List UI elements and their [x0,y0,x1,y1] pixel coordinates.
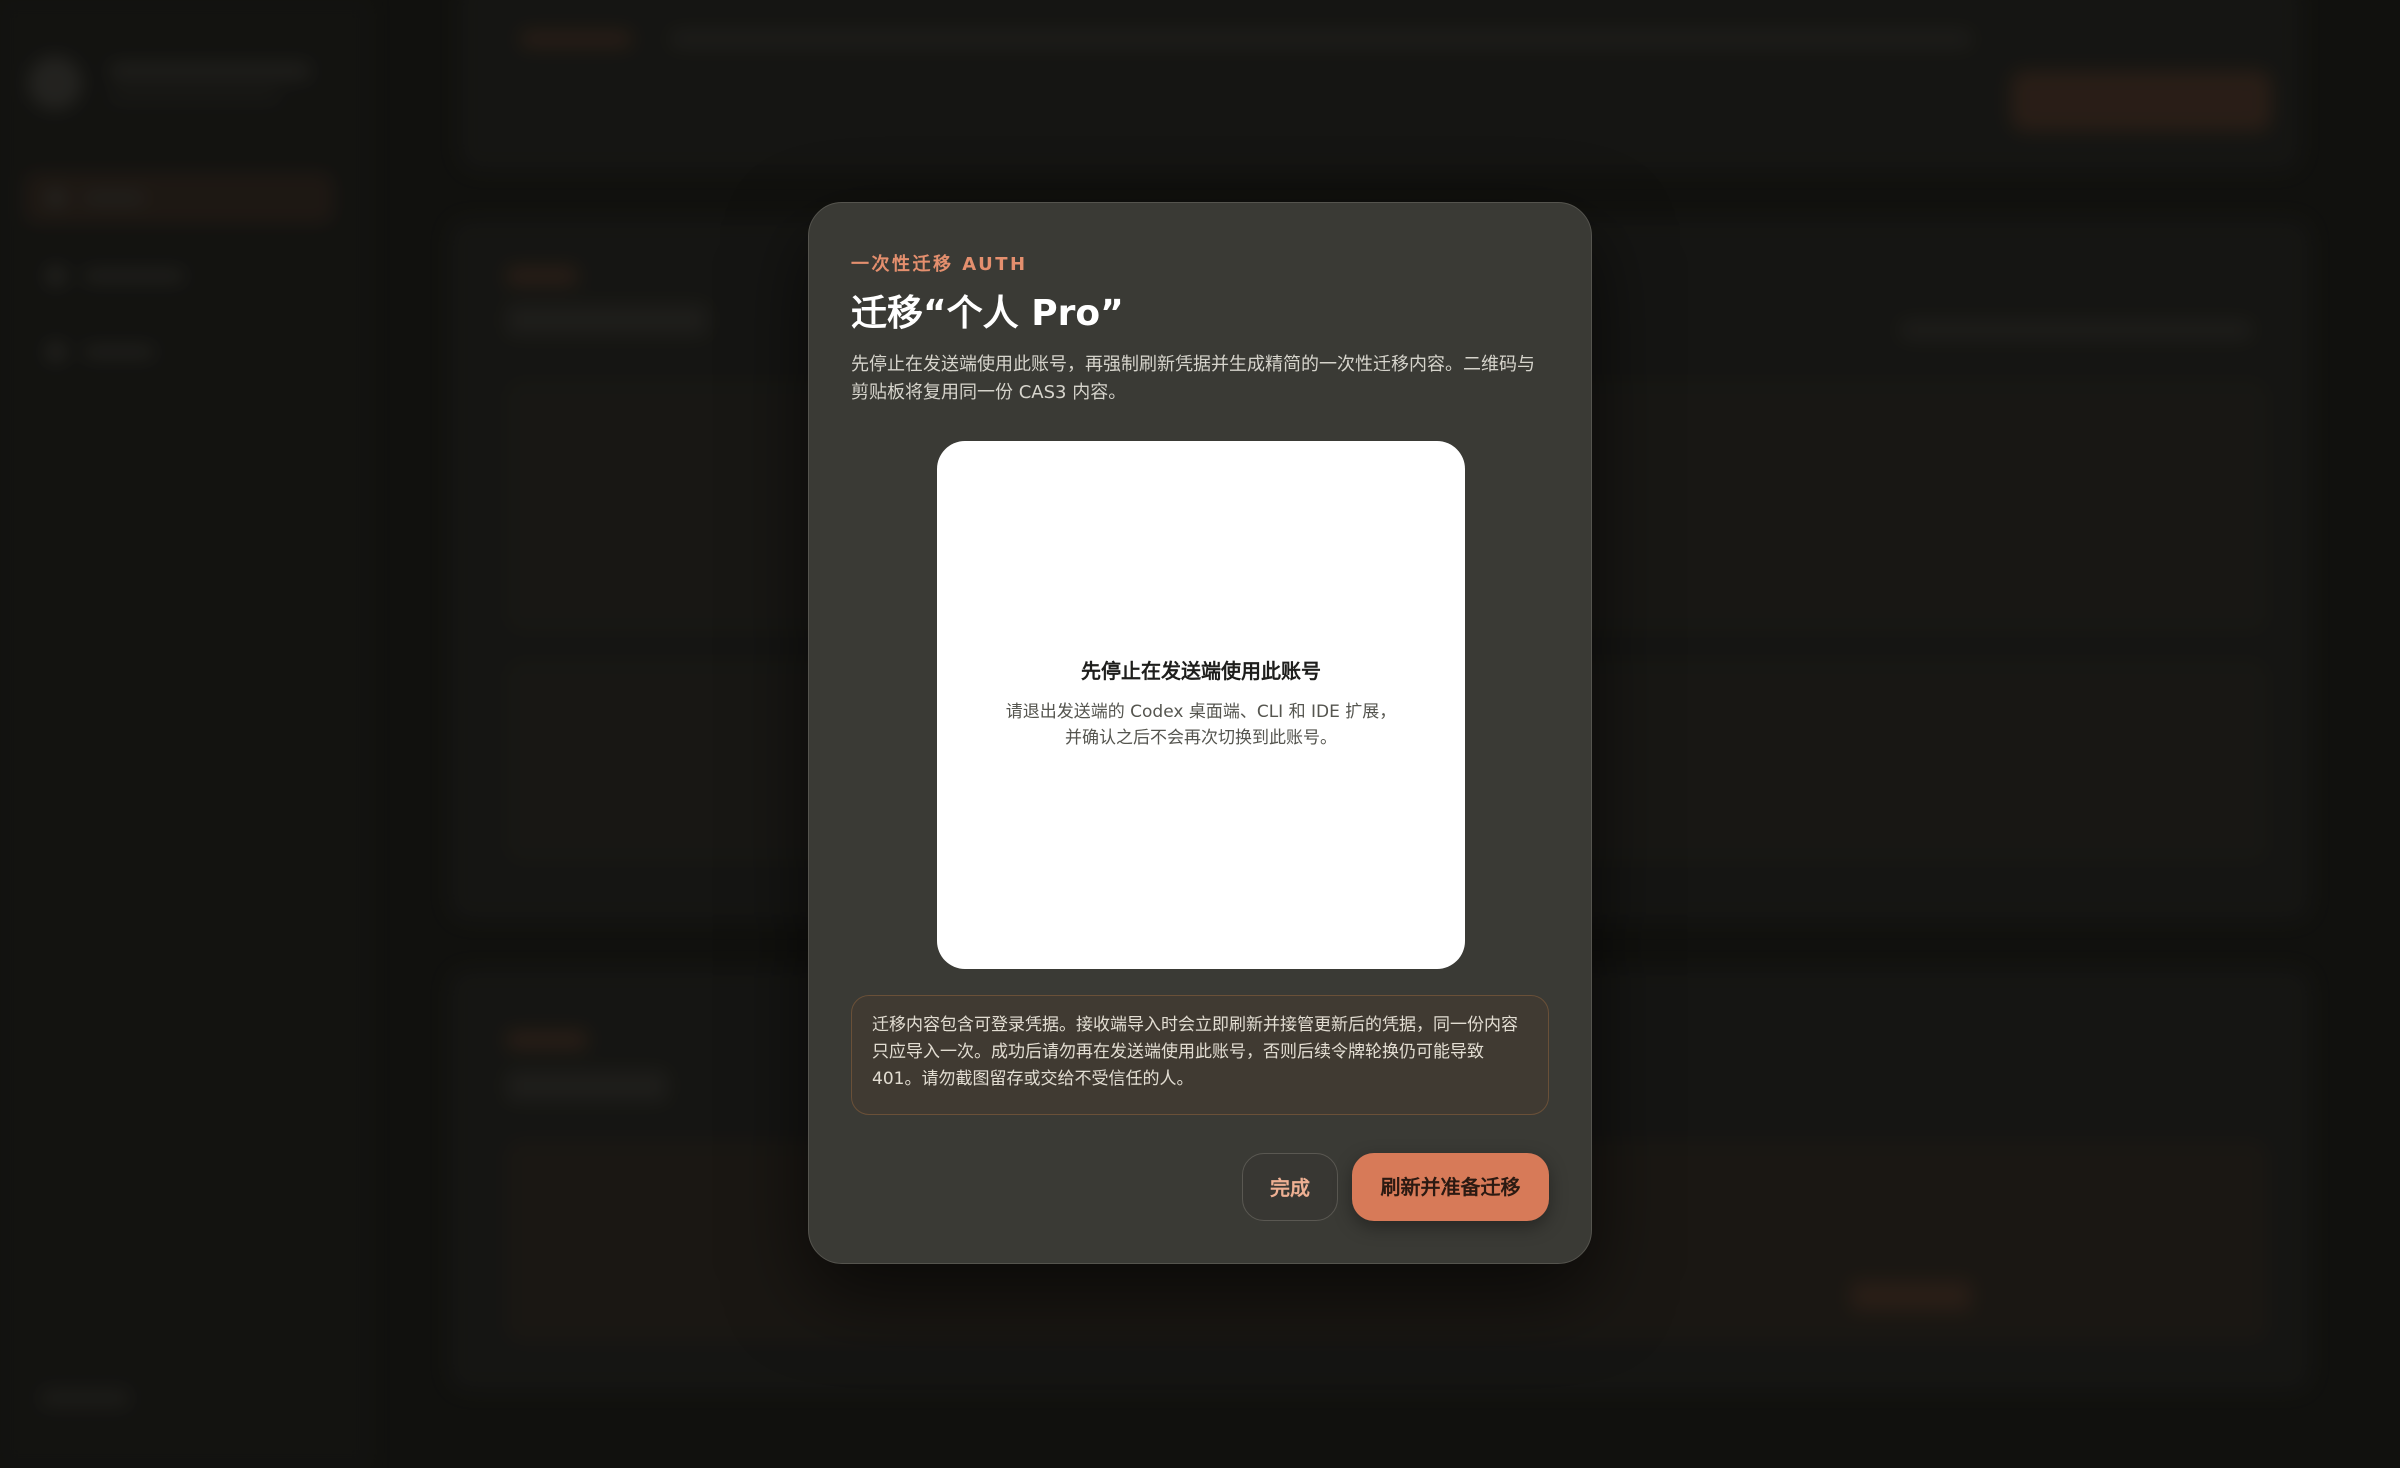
qr-panel-line: 并确认之后不会再次切换到此账号。 [1065,728,1337,748]
security-warning: 迁移内容包含可登录凭据。接收端导入时会立即刷新并接管更新后的凭据，同一份内容只应… [851,995,1549,1115]
dialog-title: 迁移“个人 Pro” [851,293,1124,334]
migration-dialog: 一次性迁移 AUTH 迁移“个人 Pro” 先停止在发送端使用此账号，再强制刷新… [808,202,1592,1264]
qr-code-panel: 先停止在发送端使用此账号 请退出发送端的 Codex 桌面端、CLI 和 IDE… [937,441,1465,969]
qr-panel-title: 先停止在发送端使用此账号 [1081,659,1321,683]
dialog-eyebrow: 一次性迁移 AUTH [851,254,1028,275]
dialog-description: 先停止在发送端使用此账号，再强制刷新凭据并生成精简的一次性迁移内容。二维码与剪贴… [851,354,1535,403]
qr-panel-description: 请退出发送端的 Codex 桌面端、CLI 和 IDE 扩展， 并确认之后不会再… [977,699,1425,751]
refresh-and-prepare-button[interactable]: 刷新并准备迁移 [1352,1153,1549,1221]
qr-panel-line: 请退出发送端的 Codex 桌面端、CLI 和 IDE 扩展， [1005,702,1397,722]
done-button[interactable]: 完成 [1242,1153,1338,1221]
